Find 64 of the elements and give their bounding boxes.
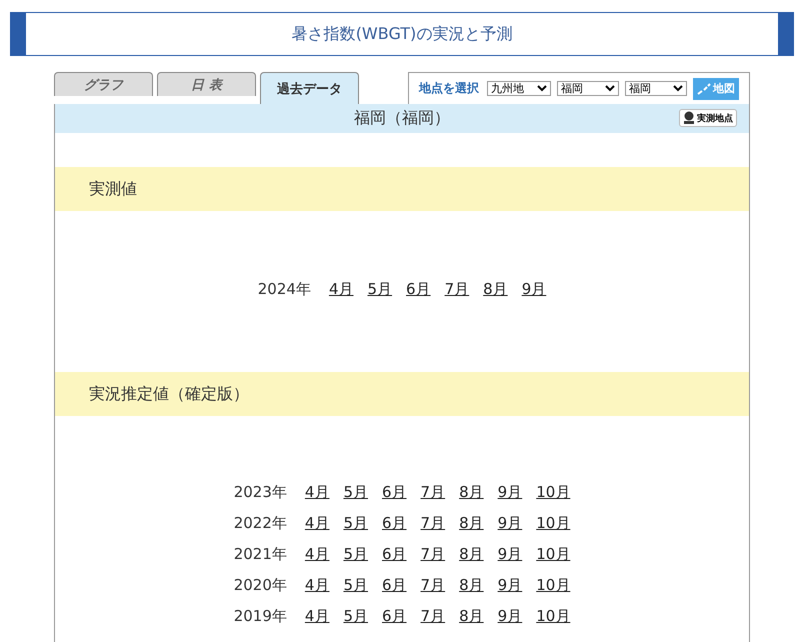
selector-label: 地点を選択 (419, 80, 479, 97)
month-link[interactable]: 4月 (304, 607, 330, 626)
month-link[interactable]: 7月 (420, 514, 446, 533)
month-link[interactable]: 6月 (382, 576, 407, 595)
tab[interactable]: 過去データ (260, 72, 359, 104)
dropdown[interactable]: 九州地 (487, 81, 551, 96)
month-link[interactable]: 6月 (406, 280, 431, 299)
month-link[interactable]: 4月 (304, 483, 330, 502)
month-link[interactable]: 8月 (483, 280, 508, 299)
month-link[interactable]: 5月 (343, 576, 368, 595)
month-link[interactable]: 4月 (304, 576, 330, 595)
month-link[interactable]: 9月 (498, 545, 522, 564)
location-title: 福岡（福岡） (354, 108, 450, 129)
month-link[interactable]: 10月 (536, 607, 570, 626)
year-label: 2019年 (234, 607, 287, 626)
year-label: 2022年 (234, 514, 287, 533)
tab[interactable]: グラフ (54, 72, 153, 96)
month-link[interactable]: 10月 (536, 514, 570, 533)
dropdown[interactable]: 福岡 (625, 81, 687, 96)
month-link[interactable]: 9月 (498, 607, 522, 626)
month-link[interactable]: 5月 (343, 545, 368, 564)
section-title: 実測値 (89, 178, 137, 200)
chevron-icon (673, 85, 683, 92)
month-link[interactable]: 8月 (459, 607, 484, 626)
month-link[interactable]: 8月 (459, 576, 484, 595)
month-link[interactable]: 5月 (343, 514, 368, 533)
month-link[interactable]: 9月 (498, 483, 522, 502)
month-link[interactable]: 5月 (343, 483, 368, 502)
month-link[interactable]: 5月 (343, 607, 368, 626)
month-link[interactable]: 6月 (382, 483, 407, 502)
year-label: 2024年 (258, 280, 311, 299)
month-link[interactable]: 10月 (536, 576, 570, 595)
month-link[interactable]: 6月 (382, 607, 407, 626)
month-link[interactable]: 8月 (459, 483, 484, 502)
month-link[interactable]: 6月 (382, 514, 407, 533)
year-label: 2021年 (234, 545, 287, 564)
chevron-icon (537, 85, 547, 92)
month-link[interactable]: 7月 (420, 576, 446, 595)
month-link[interactable]: 9月 (498, 514, 522, 533)
month-link[interactable]: 7月 (420, 607, 446, 626)
month-link[interactable]: 7月 (444, 280, 470, 299)
month-link[interactable]: 4月 (304, 545, 330, 564)
section-title: 実況推定値（確定版） (89, 384, 249, 404)
month-link[interactable]: 4月 (328, 280, 354, 299)
month-link[interactable]: 7月 (420, 545, 446, 564)
month-link[interactable]: 9月 (498, 576, 522, 595)
month-link[interactable]: 4月 (304, 514, 330, 533)
month-link[interactable]: 7月 (420, 483, 446, 502)
map-icon (697, 82, 711, 94)
month-link[interactable]: 8月 (459, 545, 484, 564)
person-icon (683, 111, 695, 125)
page-title: 暑さ指数(WBGT)の実況と予測 (292, 24, 512, 44)
month-link[interactable]: 10月 (536, 545, 570, 564)
chevron-icon (605, 85, 615, 92)
month-link[interactable]: 5月 (368, 280, 392, 299)
year-label: 2020年 (234, 576, 287, 595)
tab[interactable]: 日 表 (157, 72, 256, 96)
observation-point-button[interactable]: 実測地点 (679, 109, 737, 127)
month-link[interactable]: 6月 (382, 545, 407, 564)
month-link[interactable]: 10月 (536, 483, 570, 502)
month-link[interactable]: 8月 (459, 514, 484, 533)
year-label: 2023年 (234, 483, 287, 502)
month-link[interactable]: 9月 (522, 280, 546, 299)
dropdown[interactable]: 福岡 (557, 81, 619, 96)
